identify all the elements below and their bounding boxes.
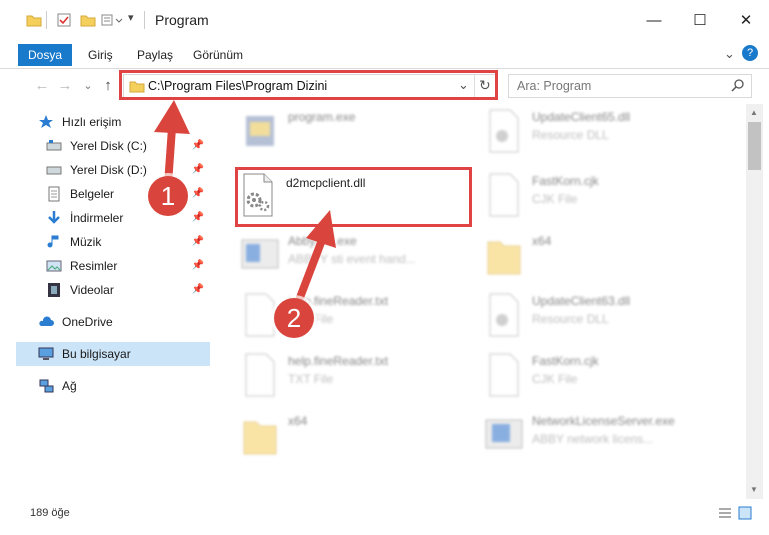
step-1-badge: 1	[148, 176, 188, 216]
large-icons-view-icon[interactable]	[738, 506, 752, 523]
arrow-1-head	[154, 100, 190, 134]
step-2-badge: 2	[274, 298, 314, 338]
arrow-2-shaft	[292, 238, 326, 310]
item-count: 189 öğe	[30, 507, 70, 519]
annotation-arrows	[154, 100, 336, 310]
arrow-2-head	[306, 210, 336, 248]
status-bar: 189 öğe	[0, 500, 769, 535]
details-view-icon[interactable]	[718, 507, 732, 522]
